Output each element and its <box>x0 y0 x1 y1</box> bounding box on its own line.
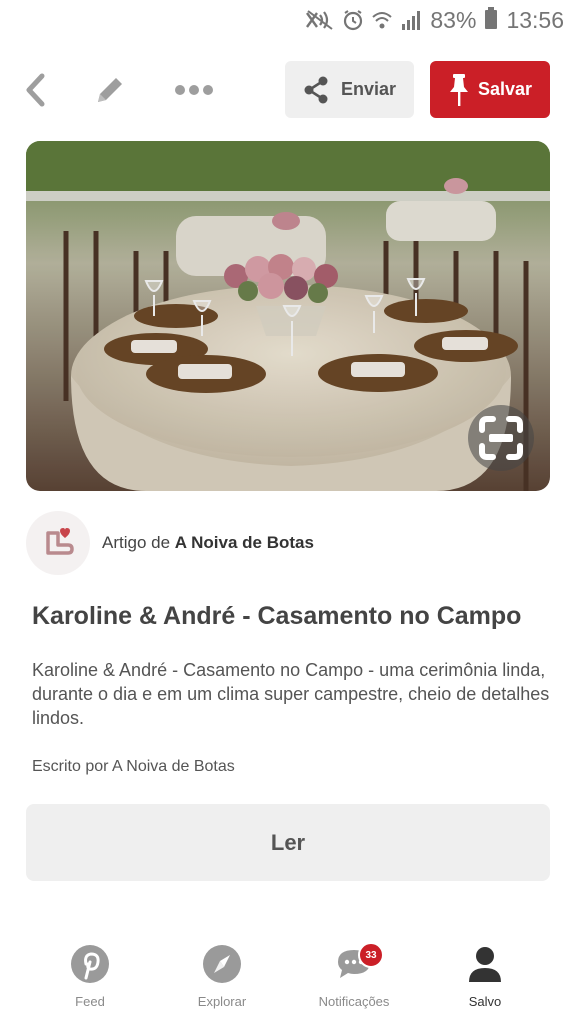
send-label: Enviar <box>340 79 397 99</box>
article-description: Karoline & André - Casamento no Campo - … <box>32 660 550 728</box>
visual-search-button[interactable] <box>468 405 534 471</box>
pin-image[interactable] <box>26 141 550 491</box>
nav-saved[interactable]: Salvo <box>430 940 540 1024</box>
battery-percent: 83% <box>430 6 477 33</box>
lens-icon <box>479 416 523 460</box>
compass-icon <box>203 945 241 983</box>
nav-feed-label: Feed <box>75 994 105 1009</box>
source-prefix: Artigo de <box>102 533 171 552</box>
nfc-mute-icon <box>305 9 335 31</box>
send-button[interactable]: Enviar <box>285 61 414 118</box>
profile-icon <box>469 947 501 982</box>
more-dots-icon <box>175 85 213 95</box>
nav-notifications[interactable]: 33 Notificações <box>299 940 409 1024</box>
edit-button[interactable] <box>88 68 132 112</box>
read-label: Ler <box>270 829 306 855</box>
notification-badge: 33 <box>358 942 384 968</box>
more-options-button[interactable] <box>172 68 216 112</box>
source-name[interactable]: A Noiva de Botas <box>175 533 314 552</box>
read-button[interactable]: Ler <box>26 804 550 881</box>
status-bar: 83% 13:56 <box>0 0 576 40</box>
article-title: Karoline & André - Casamento no Campo <box>32 602 522 630</box>
save-label: Salvar <box>477 79 533 99</box>
source-row[interactable]: Artigo de A Noiva de Botas <box>26 510 550 576</box>
avatar[interactable] <box>26 511 90 575</box>
action-bar: Enviar Salvar <box>0 60 576 118</box>
pencil-icon <box>98 78 122 102</box>
share-icon <box>304 76 328 103</box>
status-icons <box>305 9 422 31</box>
nav-notifications-label: Notificações <box>318 994 390 1009</box>
boot-heart-logo-icon <box>46 528 74 555</box>
pin-icon <box>449 73 468 106</box>
clock: 13:56 <box>506 6 564 33</box>
nav-explore-label: Explorar <box>197 994 247 1009</box>
save-button[interactable]: Salvar <box>430 61 550 118</box>
back-button[interactable] <box>14 68 58 112</box>
pinterest-icon <box>71 945 109 983</box>
article-author: Escrito por A Noiva de Botas <box>32 758 235 775</box>
nav-feed[interactable]: Feed <box>35 940 145 1024</box>
nav-saved-label: Salvo <box>468 994 502 1009</box>
source-text: Artigo de A Noiva de Botas <box>102 533 314 553</box>
battery-icon <box>484 6 498 34</box>
bottom-nav: Feed Explorar 33 Notificações Salvo <box>0 940 576 1024</box>
signal-icon <box>400 9 422 31</box>
wifi-icon <box>371 9 393 31</box>
alarm-icon <box>342 9 364 31</box>
nav-explore[interactable]: Explorar <box>167 940 277 1024</box>
chevron-left-icon <box>26 73 45 107</box>
